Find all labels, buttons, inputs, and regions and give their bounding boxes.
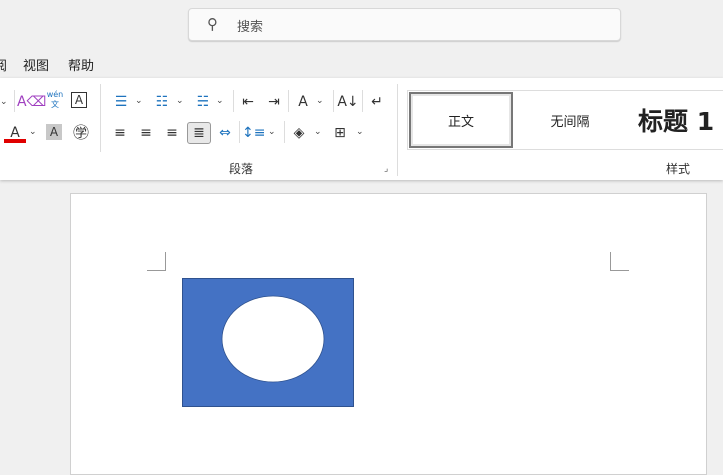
sort-icon[interactable]: A↓ — [337, 92, 359, 112]
chevron-down-icon[interactable]: ⌄ — [135, 96, 143, 106]
white-ellipse-shape[interactable] — [221, 295, 325, 383]
divider — [397, 84, 398, 176]
distributed-icon[interactable]: ⇔ — [214, 123, 236, 143]
chevron-down-icon[interactable]: ⌄ — [0, 97, 8, 107]
chevron-down-icon[interactable]: ⌄ — [316, 96, 324, 106]
chevron-down-icon[interactable]: ⌄ — [216, 96, 224, 106]
margin-corner-marker — [147, 252, 166, 271]
search-box[interactable]: ⚲ 搜索 — [188, 8, 621, 41]
chevron-down-icon[interactable]: ⌄ — [314, 127, 322, 137]
character-border-icon[interactable]: A — [71, 92, 87, 108]
group-label-styles: 样式 — [666, 162, 691, 176]
divider — [100, 84, 101, 152]
divider — [288, 90, 289, 112]
phonetic-label: wén — [46, 90, 64, 99]
clear-format-icon[interactable]: A⌫ — [17, 92, 46, 112]
show-paragraph-marks-icon[interactable]: ↵ — [366, 92, 388, 112]
style-heading-1[interactable]: 标题 1 — [630, 92, 723, 148]
chevron-down-icon[interactable]: ⌄ — [268, 127, 276, 137]
menu-review[interactable]: 阅 — [0, 55, 7, 74]
group-label-paragraph: 段落 — [229, 162, 254, 176]
search-icon: ⚲ — [207, 15, 218, 33]
shading-icon[interactable]: ◈ — [288, 123, 310, 143]
divider — [333, 90, 334, 112]
borders-icon[interactable]: ⊞ — [329, 123, 351, 143]
phonetic-char: 文 — [51, 100, 59, 109]
numbering-icon[interactable]: ☷ — [151, 92, 173, 112]
style-normal[interactable]: 正文 — [409, 92, 513, 148]
divider — [239, 121, 240, 143]
document-page[interactable] — [70, 193, 707, 475]
divider — [233, 90, 234, 112]
chevron-down-icon[interactable]: ⌄ — [356, 127, 364, 137]
menu-view[interactable]: 视图 — [23, 55, 49, 74]
text-direction-icon[interactable]: A — [292, 92, 314, 112]
increase-indent-icon[interactable]: ⇥ — [263, 92, 285, 112]
dialog-launcher-icon[interactable]: ⌟ — [384, 164, 388, 174]
decrease-indent-icon[interactable]: ⇤ — [237, 92, 259, 112]
divider — [14, 90, 15, 112]
font-color-icon[interactable]: A — [4, 123, 26, 143]
divider — [284, 121, 285, 143]
multilevel-list-icon[interactable]: ☵ — [192, 92, 214, 112]
enclose-character-icon[interactable]: ㊫ — [70, 123, 92, 143]
character-shading-icon[interactable]: A — [46, 124, 62, 140]
menu-help[interactable]: 帮助 — [68, 55, 94, 74]
chevron-down-icon[interactable]: ⌄ — [176, 96, 184, 106]
line-spacing-icon[interactable]: ↕≡ — [242, 123, 265, 143]
phonetic-guide-icon[interactable]: wén 文 — [44, 90, 66, 110]
align-center-icon[interactable]: ≡ — [135, 123, 157, 143]
chevron-down-icon[interactable]: ⌄ — [29, 127, 37, 137]
shape-group[interactable] — [182, 278, 356, 409]
align-left-icon[interactable]: ≡ — [109, 123, 131, 143]
search-placeholder: 搜索 — [237, 20, 264, 35]
bullets-icon[interactable]: ☰ — [110, 92, 132, 112]
style-no-spacing[interactable]: 无间隔 — [520, 92, 620, 148]
justify-icon[interactable]: ≣ — [187, 122, 211, 144]
margin-corner-marker — [610, 252, 629, 271]
align-right-icon[interactable]: ≡ — [161, 123, 183, 143]
divider — [362, 90, 363, 112]
